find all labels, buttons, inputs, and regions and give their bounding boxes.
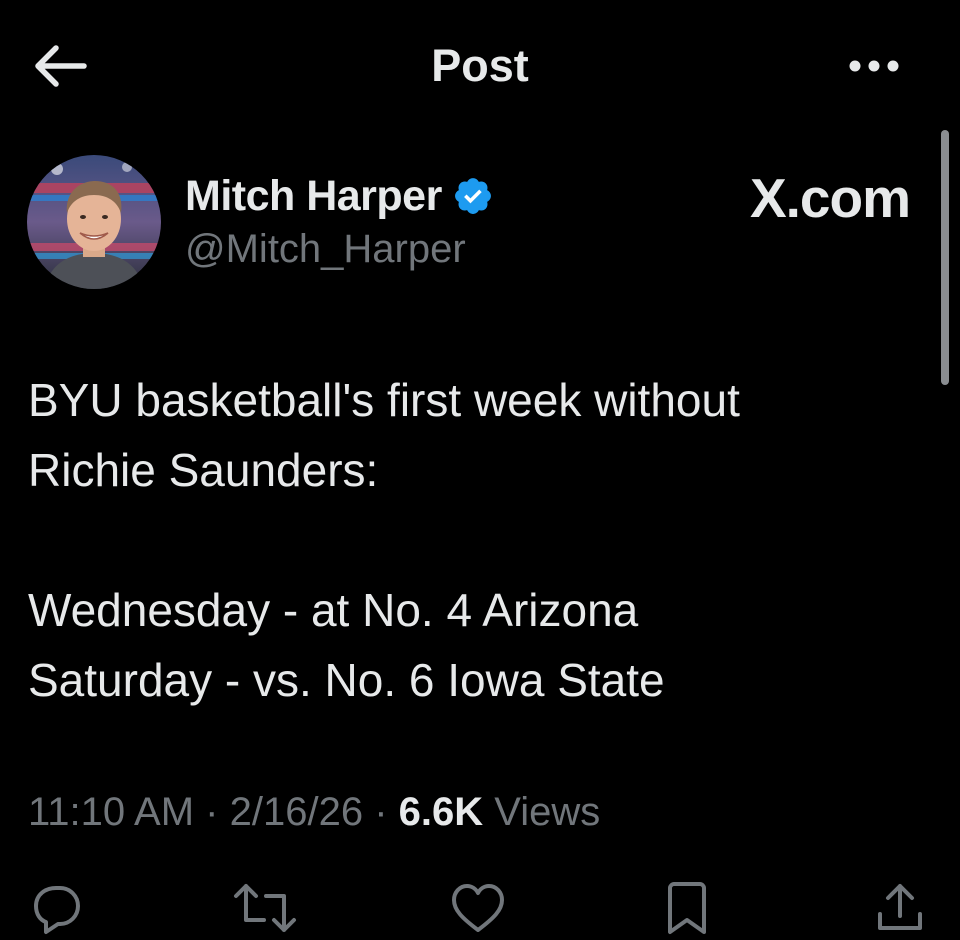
action-bar — [0, 880, 960, 940]
post-time[interactable]: 11:10 AM — [28, 790, 194, 834]
heart-icon — [452, 884, 504, 932]
post-meta: 11:10 AM · 2/16/26 · 6.6K Views — [28, 790, 600, 835]
post-line: BYU basketball's first week without — [28, 374, 740, 426]
bookmark-icon — [668, 882, 706, 934]
like-button[interactable] — [448, 880, 508, 940]
post-line — [28, 505, 928, 575]
post-line: Wednesday - at No. 4 Arizona — [28, 584, 639, 636]
reply-icon — [34, 886, 80, 934]
avatar-photo — [27, 155, 161, 289]
bookmark-button[interactable] — [662, 880, 712, 940]
repost-icon — [234, 884, 296, 932]
share-button[interactable] — [872, 880, 928, 940]
repost-button[interactable] — [230, 880, 300, 940]
author-name[interactable]: Mitch Harper — [185, 172, 442, 221]
post-text: BYU basketball's first week without Rich… — [28, 365, 928, 715]
post-date[interactable]: 2/16/26 — [230, 790, 363, 834]
more-options-button[interactable] — [838, 48, 910, 84]
avatar[interactable] — [27, 155, 161, 289]
post-line: Richie Saunders: — [28, 444, 379, 496]
views-count[interactable]: 6.6K — [399, 790, 484, 834]
more-horizontal-icon — [849, 60, 899, 72]
separator-dot: · — [205, 790, 230, 834]
scrollbar[interactable] — [941, 130, 949, 385]
views-label: Views — [494, 790, 601, 834]
x-com-watermark: X.com — [700, 167, 911, 229]
watermark-text: X.com — [749, 167, 911, 229]
share-icon — [878, 884, 922, 930]
post-screen: Post Mitch Harper @Mitch_Harper X.com BY… — [0, 0, 960, 934]
separator-dot: · — [374, 790, 399, 834]
author-name-row: Mitch Harper — [185, 172, 494, 220]
verified-badge-icon — [454, 178, 491, 214]
post-line: Saturday - vs. No. 6 Iowa State — [28, 654, 665, 706]
reply-button[interactable] — [28, 880, 84, 940]
page-title: Post — [431, 40, 529, 91]
author-handle[interactable]: @Mitch_Harper — [185, 227, 466, 272]
